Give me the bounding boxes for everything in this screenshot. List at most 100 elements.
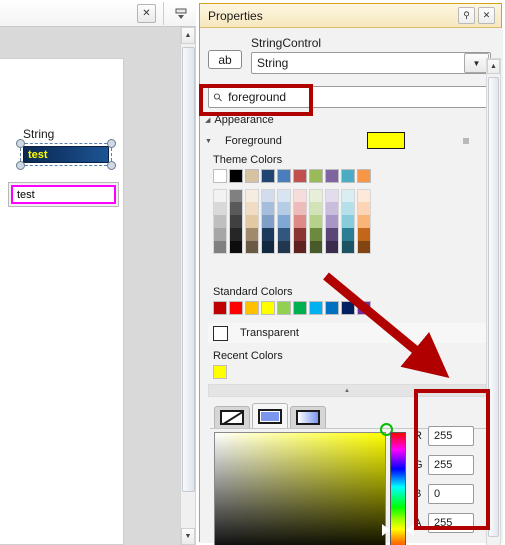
theme-shade-swatch-4-1[interactable] xyxy=(277,202,291,215)
theme-shade-swatch-8-4[interactable] xyxy=(341,241,355,254)
theme-color-swatch-2[interactable] xyxy=(245,169,259,183)
theme-color-swatch-6[interactable] xyxy=(309,169,323,183)
theme-color-swatch-4[interactable] xyxy=(277,169,291,183)
theme-shade-swatch-2-2[interactable] xyxy=(245,215,259,228)
theme-color-swatch-8[interactable] xyxy=(341,169,355,183)
selection-box[interactable]: test xyxy=(16,139,116,170)
theme-shade-swatch-5-3[interactable] xyxy=(293,228,307,241)
theme-shade-column-0[interactable] xyxy=(213,189,227,254)
theme-shade-swatch-8-2[interactable] xyxy=(341,215,355,228)
appearance-section-header[interactable]: ◢ Appearance xyxy=(205,114,274,126)
standard-colors-row[interactable] xyxy=(213,301,371,315)
theme-shade-swatch-4-2[interactable] xyxy=(277,215,291,228)
channel-input-r[interactable]: 255 xyxy=(428,426,474,446)
theme-shade-column-5[interactable] xyxy=(293,189,307,254)
control-selector-combobox[interactable]: String ▼ xyxy=(251,52,491,74)
secondary-string-value[interactable]: test xyxy=(11,185,116,204)
theme-shade-swatch-3-1[interactable] xyxy=(261,202,275,215)
theme-shade-swatch-5-1[interactable] xyxy=(293,202,307,215)
theme-shade-swatch-9-0[interactable] xyxy=(357,189,371,202)
pin-button[interactable]: ⚲ xyxy=(458,7,475,24)
designer-canvas[interactable]: String test test xyxy=(0,27,180,545)
theme-shade-swatch-4-3[interactable] xyxy=(277,228,291,241)
channel-input-b[interactable]: 0 xyxy=(428,484,474,504)
foreground-row[interactable]: ▼ Foreground xyxy=(205,131,491,151)
standard-color-swatch-4[interactable] xyxy=(277,301,291,315)
dock-button[interactable] xyxy=(170,4,192,23)
theme-shade-swatch-8-1[interactable] xyxy=(341,202,355,215)
theme-shade-swatch-0-3[interactable] xyxy=(213,228,227,241)
theme-color-swatch-7[interactable] xyxy=(325,169,339,183)
fill-mode-tabs[interactable] xyxy=(214,403,328,429)
property-marker-icon[interactable] xyxy=(463,138,469,144)
theme-shade-swatch-8-3[interactable] xyxy=(341,228,355,241)
theme-color-swatch-9[interactable] xyxy=(357,169,371,183)
theme-shade-swatch-6-0[interactable] xyxy=(309,189,323,202)
theme-shade-swatch-1-0[interactable] xyxy=(229,189,243,202)
properties-vertical-scrollbar[interactable]: ▲ ▼ xyxy=(486,58,501,545)
theme-shade-swatch-9-2[interactable] xyxy=(357,215,371,228)
channel-input-a[interactable]: 255 xyxy=(428,513,474,533)
standard-color-swatch-1[interactable] xyxy=(229,301,243,315)
standard-color-swatch-0[interactable] xyxy=(213,301,227,315)
theme-shade-swatch-7-2[interactable] xyxy=(325,215,339,228)
theme-shade-swatch-7-0[interactable] xyxy=(325,189,339,202)
recent-color-swatch-0[interactable] xyxy=(213,365,227,379)
theme-shade-swatch-9-3[interactable] xyxy=(357,228,371,241)
standard-color-swatch-9[interactable] xyxy=(357,301,371,315)
standard-color-swatch-2[interactable] xyxy=(245,301,259,315)
theme-shade-swatch-5-2[interactable] xyxy=(293,215,307,228)
tab-solid-fill[interactable] xyxy=(252,403,288,429)
theme-shade-swatch-3-3[interactable] xyxy=(261,228,275,241)
theme-shade-swatch-3-0[interactable] xyxy=(261,189,275,202)
theme-shade-swatch-6-3[interactable] xyxy=(309,228,323,241)
theme-shade-column-9[interactable] xyxy=(357,189,371,254)
theme-shade-column-7[interactable] xyxy=(325,189,339,254)
theme-shade-swatch-9-1[interactable] xyxy=(357,202,371,215)
theme-shade-swatch-2-3[interactable] xyxy=(245,228,259,241)
secondary-string-field[interactable]: test xyxy=(8,182,119,207)
theme-shade-column-6[interactable] xyxy=(309,189,323,254)
standard-color-swatch-3[interactable] xyxy=(261,301,275,315)
theme-shade-column-2[interactable] xyxy=(245,189,259,254)
hue-slider[interactable] xyxy=(390,432,406,545)
theme-shade-swatch-7-3[interactable] xyxy=(325,228,339,241)
theme-shade-swatch-1-2[interactable] xyxy=(229,215,243,228)
theme-shade-swatch-6-2[interactable] xyxy=(309,215,323,228)
theme-shade-swatch-1-4[interactable] xyxy=(229,241,243,254)
theme-shade-swatch-9-4[interactable] xyxy=(357,241,371,254)
theme-shade-swatch-6-4[interactable] xyxy=(309,241,323,254)
close-button[interactable]: ✕ xyxy=(478,7,495,24)
transparent-option[interactable]: Transparent xyxy=(208,323,486,343)
standard-color-swatch-5[interactable] xyxy=(293,301,307,315)
channel-input-g[interactable]: 255 xyxy=(428,455,474,475)
scroll-up-button[interactable]: ▲ xyxy=(181,27,195,44)
scroll-down-button[interactable]: ▼ xyxy=(181,528,195,545)
theme-shade-swatch-3-4[interactable] xyxy=(261,241,275,254)
resize-handle-bottom-right[interactable] xyxy=(107,161,116,170)
theme-shade-column-3[interactable] xyxy=(261,189,275,254)
theme-colors-base-row[interactable] xyxy=(213,169,371,183)
theme-shade-swatch-1-1[interactable] xyxy=(229,202,243,215)
theme-color-swatch-0[interactable] xyxy=(213,169,227,183)
theme-shade-swatch-0-2[interactable] xyxy=(213,215,227,228)
theme-shade-swatch-0-0[interactable] xyxy=(213,189,227,202)
theme-shade-column-4[interactable] xyxy=(277,189,291,254)
recent-colors-row[interactable] xyxy=(213,365,227,379)
props-scrollbar-thumb[interactable] xyxy=(488,77,499,537)
string-control-value[interactable]: test xyxy=(23,146,109,163)
theme-shade-swatch-7-1[interactable] xyxy=(325,202,339,215)
tab-gradient-fill[interactable] xyxy=(290,406,326,429)
theme-shade-swatch-5-4[interactable] xyxy=(293,241,307,254)
foreground-color-swatch[interactable] xyxy=(367,132,405,149)
rgba-fields[interactable]: R 255 G 255 B 0 A 255 xyxy=(414,426,476,542)
standard-color-swatch-6[interactable] xyxy=(309,301,323,315)
theme-colors-shade-grid[interactable] xyxy=(213,189,371,254)
collapse-button[interactable]: ✕ xyxy=(137,4,156,23)
string-control[interactable]: String test xyxy=(16,127,116,170)
saturation-value-picker[interactable] xyxy=(214,432,386,545)
theme-shade-swatch-2-0[interactable] xyxy=(245,189,259,202)
front-panel[interactable]: String test test xyxy=(0,58,124,545)
theme-shade-swatch-7-4[interactable] xyxy=(325,241,339,254)
standard-color-swatch-7[interactable] xyxy=(325,301,339,315)
